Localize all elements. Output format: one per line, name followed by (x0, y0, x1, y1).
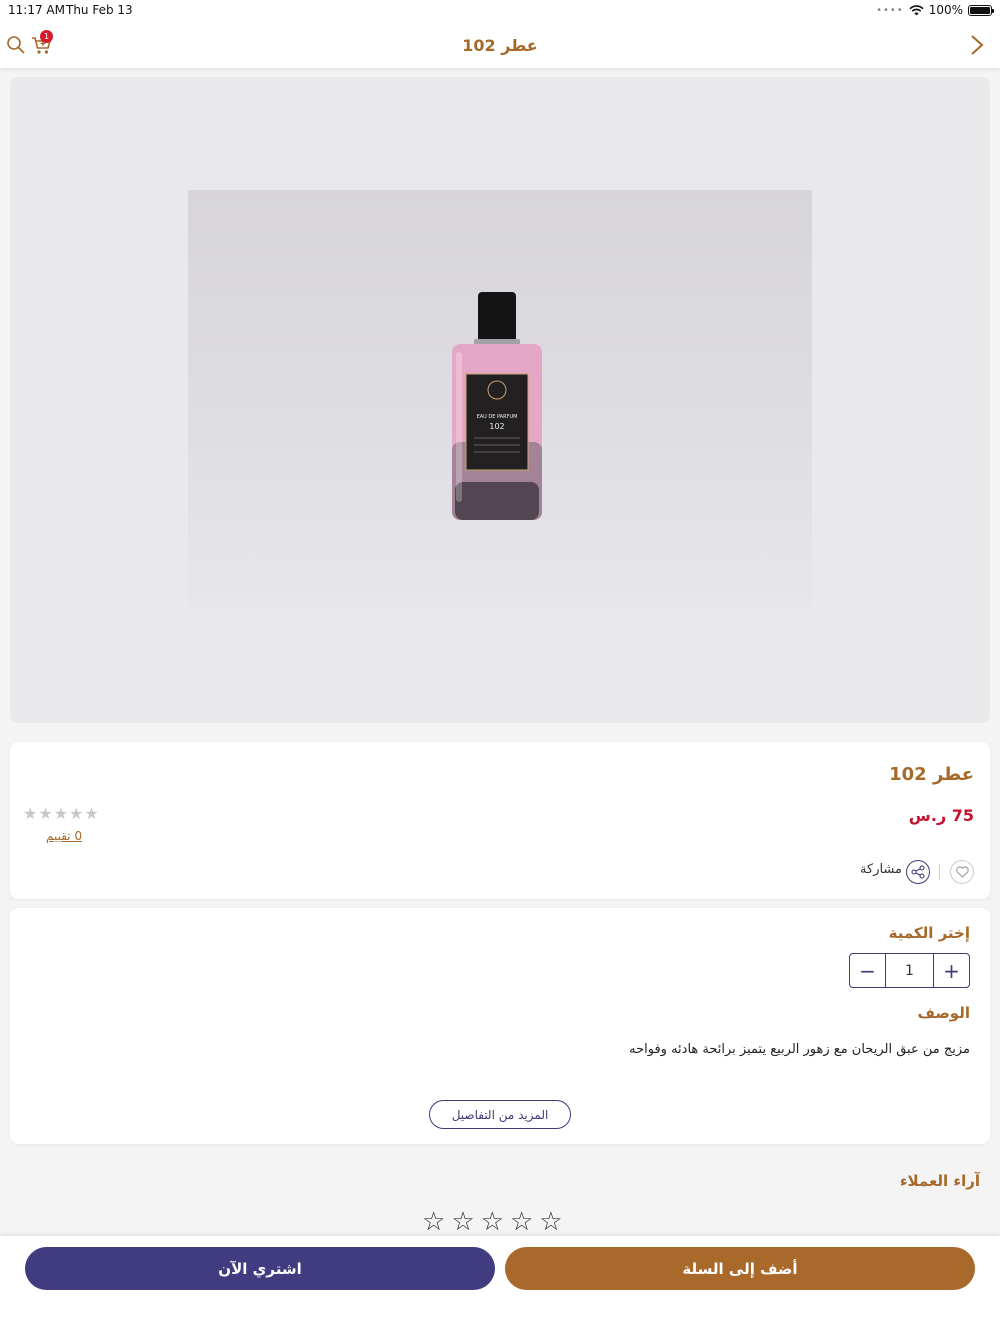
reviews-title: آراء العملاء (899, 1172, 980, 1190)
rating-stars: ★ ★ ★ ★ ★ (23, 806, 99, 822)
decrease-quantity-button[interactable]: − (850, 954, 885, 987)
add-to-cart-button[interactable]: أضف إلى السلة (505, 1247, 975, 1290)
heart-icon (955, 866, 969, 878)
rating-count-link[interactable]: 0 تقييم (46, 829, 82, 843)
share-label[interactable]: مشاركة (860, 862, 902, 877)
star-outline-icon[interactable]: ☆ (422, 1208, 445, 1236)
increase-quantity-button[interactable]: + (934, 954, 969, 987)
bottom-action-bar: اشتري الآن أضف إلى السلة (0, 1236, 1000, 1334)
chevron-right-icon[interactable] (966, 34, 988, 56)
star-outline-icon[interactable]: ☆ (539, 1208, 562, 1236)
status-indicators: •••• 100% (876, 3, 994, 17)
star-icon: ★ (69, 804, 84, 823)
share-button[interactable] (906, 860, 930, 884)
nav-bar: 1 عطر 102 (0, 22, 1000, 68)
status-bar: 11:17 AM Thu Feb 13 •••• 100% (0, 0, 1000, 22)
star-icon: ★ (23, 804, 38, 823)
battery-percent: 100% (928, 3, 963, 17)
share-icon (911, 865, 925, 879)
wifi-icon (909, 4, 924, 15)
battery-icon (968, 4, 994, 16)
review-rating-input: ☆ ☆ ☆ ☆ ☆ (422, 1208, 563, 1236)
star-outline-icon[interactable]: ☆ (510, 1208, 533, 1236)
star-icon: ★ (84, 804, 99, 823)
product-price: 75 ر.س (908, 806, 974, 825)
bottle-number-text: 102 (489, 422, 504, 431)
star-icon: ★ (53, 804, 69, 823)
quantity-label: إختر الكمية (888, 924, 970, 942)
buy-now-button[interactable]: اشتري الآن (25, 1247, 495, 1290)
favorite-button[interactable] (950, 860, 974, 884)
star-outline-icon[interactable]: ☆ (451, 1208, 474, 1236)
multitask-dots-icon: •••• (876, 4, 904, 16)
product-image-panel[interactable]: EAU DE PARFUM 102 (10, 77, 990, 723)
product-photo: EAU DE PARFUM 102 (188, 190, 812, 606)
description-text: مزيج من عبق الريحان مع زهور الربيع يتميز… (629, 1042, 970, 1057)
star-outline-icon[interactable]: ☆ (481, 1208, 504, 1236)
product-name: عطر 102 (889, 764, 974, 785)
star-icon: ★ (38, 804, 53, 823)
page-title: عطر 102 (462, 36, 538, 55)
divider (939, 864, 940, 880)
bottle-label-text: EAU DE PARFUM (477, 414, 518, 420)
perfume-bottle-image: EAU DE PARFUM 102 (452, 292, 542, 520)
details-card: إختر الكمية − 1 + الوصف مزيج من عبق الري… (10, 908, 990, 1144)
description-title: الوصف (917, 1004, 970, 1022)
status-time: 11:17 AM (8, 3, 65, 17)
more-details-button[interactable]: المزيد من التفاصيل (429, 1100, 571, 1129)
product-info-card: عطر 102 75 ر.س ★ ★ ★ ★ ★ 0 تقييم مشاركة (10, 742, 990, 899)
quantity-value[interactable]: 1 (885, 954, 934, 987)
quantity-stepper: − 1 + (849, 953, 970, 988)
status-date: Thu Feb 13 (66, 3, 133, 17)
